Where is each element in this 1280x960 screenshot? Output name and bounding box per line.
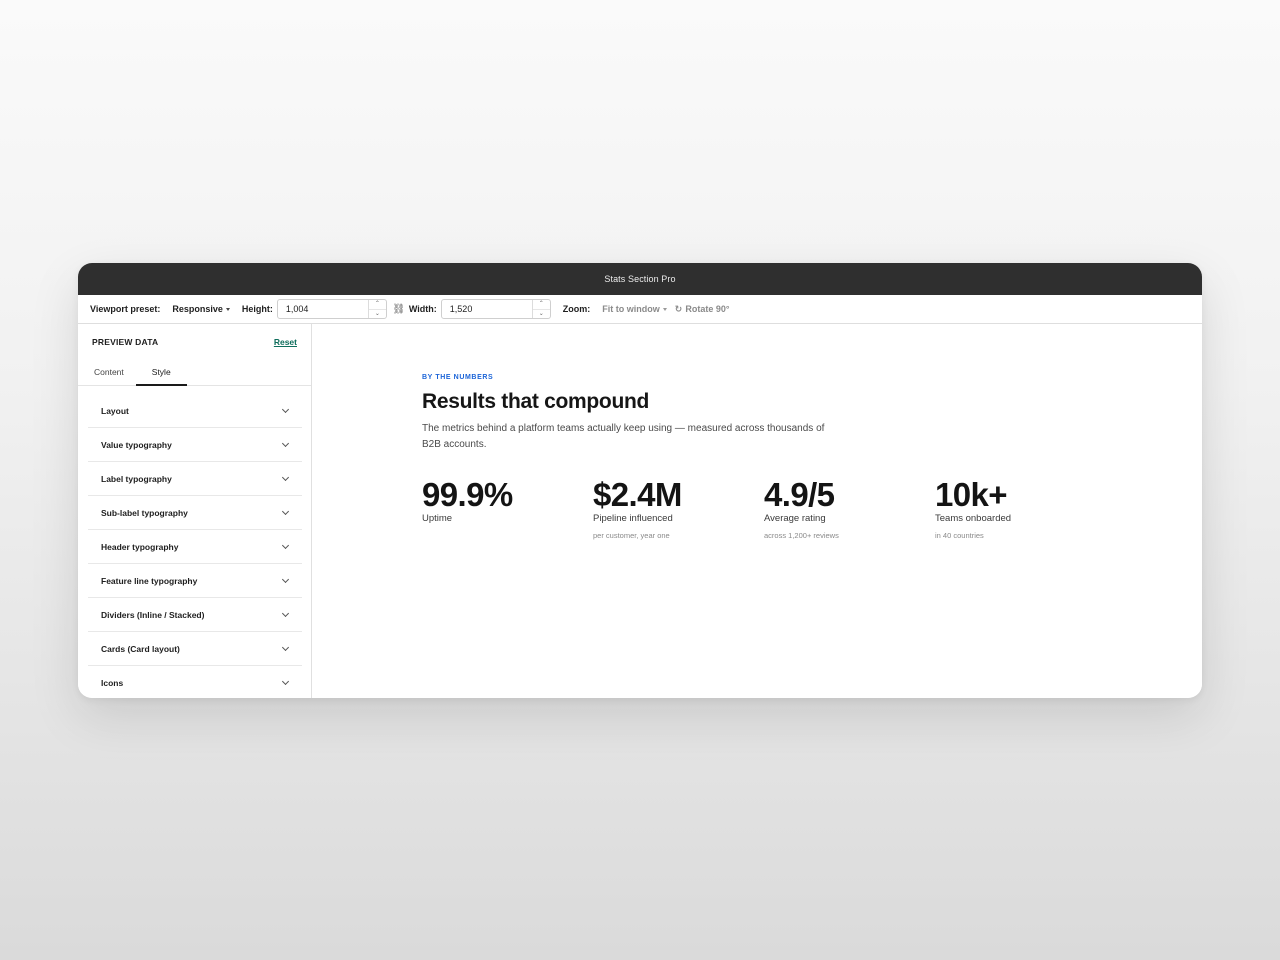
zoom-value: Fit to window: [602, 304, 660, 314]
stat-item: 4.9/5 Average rating across 1,200+ revie…: [764, 476, 935, 541]
chevron-down-icon: [281, 643, 290, 651]
stat-sub-label: across 1,200+ reviews: [764, 531, 839, 540]
section-label: Cards (Card layout): [101, 643, 180, 654]
stats-row: 99.9% Uptime $2.4M Pipeline influenced p…: [422, 476, 1106, 541]
viewport-preset-value: Responsive: [172, 304, 223, 314]
window-title: Stats Section Pro: [604, 274, 676, 284]
style-sections: Layout Value typography Label typography…: [78, 386, 311, 698]
section-label: Layout: [101, 405, 129, 416]
stat-sub-label: per customer, year one: [593, 531, 670, 540]
tab-content[interactable]: Content: [88, 367, 130, 385]
zoom-label: Zoom:: [562, 304, 591, 314]
section-label: Value typography: [101, 439, 172, 450]
section-layout[interactable]: Layout: [88, 386, 302, 428]
section-icons[interactable]: Icons: [88, 666, 302, 698]
section-label: Label typography: [101, 473, 172, 484]
stat-item: 99.9% Uptime: [422, 477, 593, 540]
section-dividers[interactable]: Dividers (Inline / Stacked): [88, 598, 302, 632]
width-decrement-button[interactable]: ⌄: [533, 310, 550, 319]
stat-label: Uptime: [422, 513, 453, 524]
section-label-typography[interactable]: Label typography: [88, 462, 302, 496]
section-description: The metrics behind a platform teams actu…: [422, 423, 825, 450]
chevron-down-icon: [281, 439, 290, 447]
chevron-down-icon: [281, 677, 290, 686]
section-feature-line-typography[interactable]: Feature line typography: [88, 564, 302, 598]
section-cards[interactable]: Cards (Card layout): [88, 632, 302, 666]
eyebrow-text: BY THE NUMBERS: [422, 374, 494, 381]
stat-item: 10k+ Teams onboarded in 40 countries: [935, 476, 1106, 541]
toolbar: Viewport preset: Responsive Height: ⌃ ⌄ …: [78, 295, 1202, 324]
sidebar-header: PREVIEW DATA Reset: [78, 324, 311, 350]
title-bar: Stats Section Pro: [78, 263, 1202, 295]
zoom-select[interactable]: Fit to window: [602, 304, 667, 314]
section-label: Feature line typography: [101, 575, 198, 586]
height-input[interactable]: [277, 300, 368, 318]
chevron-down-icon: [281, 405, 290, 413]
section-header-typography[interactable]: Header typography: [88, 530, 302, 564]
section-label: Sub-label typography: [101, 507, 188, 518]
section-value-typography[interactable]: Value typography: [88, 428, 302, 462]
caret-down-icon: [225, 308, 230, 311]
stat-value: 99.9%: [422, 476, 513, 513]
app-window: Stats Section Pro Viewport preset: Respo…: [78, 263, 1202, 698]
reset-link[interactable]: Reset: [274, 337, 297, 347]
sidebar: PREVIEW DATA Reset Content Style Layout …: [78, 324, 312, 698]
width-increment-button[interactable]: ⌃: [532, 300, 550, 310]
caret-down-icon: [662, 308, 667, 311]
tab-style[interactable]: Style: [135, 367, 187, 386]
sidebar-tabs: Content Style: [78, 351, 311, 386]
stat-label: Teams onboarded: [935, 513, 1012, 524]
chevron-down-icon: [281, 575, 290, 583]
stat-sub-label: in 40 countries: [935, 531, 984, 540]
stat-label: Pipeline influenced: [593, 513, 673, 524]
link-dimensions-icon[interactable]: ⛓: [393, 303, 406, 315]
width-input[interactable]: [441, 300, 532, 318]
chevron-down-icon: [281, 609, 290, 617]
rotate-button[interactable]: ↻ Rotate 90°: [675, 304, 730, 315]
stat-value: 10k+: [935, 476, 1008, 513]
section-label: Icons: [101, 678, 124, 688]
stat-value: 4.9/5: [764, 476, 835, 513]
height-stepper: ⌃ ⌄: [367, 300, 386, 319]
viewport-preset-label: Viewport preset:: [90, 304, 161, 314]
section-headline: Results that compound: [422, 390, 650, 413]
stat-value: $2.4M: [593, 476, 682, 513]
width-field: ⌃ ⌄: [440, 299, 551, 319]
height-decrement-button[interactable]: ⌄: [369, 310, 386, 319]
sidebar-title: PREVIEW DATA: [92, 337, 159, 347]
workspace: PREVIEW DATA Reset Content Style Layout …: [78, 324, 1202, 698]
section-sub-label-typography[interactable]: Sub-label typography: [88, 496, 302, 530]
rotate-icon: ↻: [674, 303, 683, 314]
width-label: Width:: [408, 304, 437, 314]
chevron-down-icon: [281, 473, 290, 481]
rotate-label: Rotate 90°: [685, 304, 730, 314]
chevron-down-icon: [281, 541, 290, 549]
chevron-down-icon: [281, 507, 290, 515]
viewport-preset-select[interactable]: Responsive: [172, 304, 230, 314]
section-label: Header typography: [101, 541, 179, 552]
stat-item: $2.4M Pipeline influenced per customer, …: [593, 476, 764, 541]
height-field: ⌃ ⌄: [276, 299, 387, 319]
height-increment-button[interactable]: ⌃: [368, 300, 386, 310]
stat-label: Average rating: [764, 513, 826, 524]
width-stepper: ⌃ ⌄: [531, 300, 550, 319]
height-label: Height:: [241, 304, 273, 314]
section-label: Dividers (Inline / Stacked): [101, 609, 205, 620]
preview-canvas: BY THE NUMBERS Results that compound The…: [312, 324, 1202, 698]
